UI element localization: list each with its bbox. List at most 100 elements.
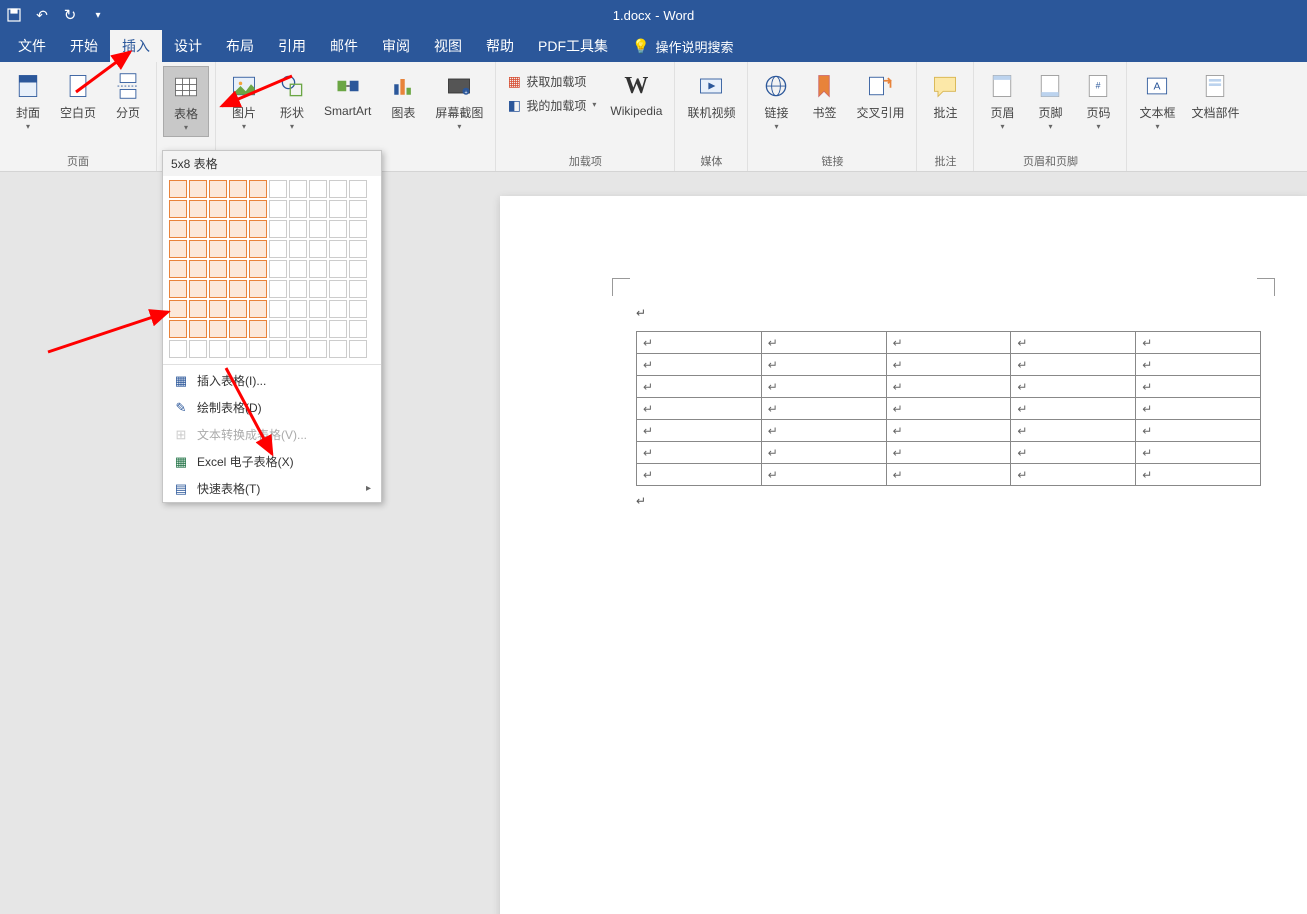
table-cell[interactable]: ↵ <box>637 376 762 398</box>
grid-cell[interactable] <box>309 340 327 358</box>
grid-cell[interactable] <box>189 300 207 318</box>
grid-cell[interactable] <box>209 260 227 278</box>
document-table[interactable]: ↵↵↵↵↵↵↵↵↵↵↵↵↵↵↵↵↵↵↵↵↵↵↵↵↵↵↵↵↵↵↵↵↵↵↵ <box>636 331 1261 486</box>
grid-cell[interactable] <box>289 320 307 338</box>
table-cell[interactable]: ↵ <box>1136 354 1261 376</box>
grid-cell[interactable] <box>309 180 327 198</box>
tab-mailings[interactable]: 邮件 <box>318 30 370 62</box>
grid-cell[interactable] <box>269 320 287 338</box>
table-cell[interactable]: ↵ <box>1011 332 1136 354</box>
grid-cell[interactable] <box>349 280 367 298</box>
grid-cell[interactable] <box>209 300 227 318</box>
grid-cell[interactable] <box>209 280 227 298</box>
grid-cell[interactable] <box>209 240 227 258</box>
grid-cell[interactable] <box>169 220 187 238</box>
table-row[interactable]: ↵↵↵↵↵ <box>637 464 1261 486</box>
table-cell[interactable]: ↵ <box>1136 442 1261 464</box>
grid-cell[interactable] <box>189 180 207 198</box>
grid-cell[interactable] <box>329 320 347 338</box>
grid-cell[interactable] <box>189 200 207 218</box>
grid-cell[interactable] <box>209 200 227 218</box>
grid-cell[interactable] <box>249 240 267 258</box>
textbox-button[interactable]: A 文本框 ▾ <box>1133 66 1181 135</box>
grid-cell[interactable] <box>189 280 207 298</box>
grid-cell[interactable] <box>349 180 367 198</box>
picture-button[interactable]: 图片 ▾ <box>222 66 266 135</box>
grid-cell[interactable] <box>269 240 287 258</box>
table-grid-picker[interactable] <box>163 176 381 362</box>
grid-cell[interactable] <box>169 340 187 358</box>
grid-cell[interactable] <box>349 320 367 338</box>
table-cell[interactable]: ↵ <box>761 354 886 376</box>
grid-cell[interactable] <box>169 180 187 198</box>
smartart-button[interactable]: SmartArt <box>318 66 377 122</box>
grid-cell[interactable] <box>269 200 287 218</box>
shapes-button[interactable]: 形状 ▾ <box>270 66 314 135</box>
table-cell[interactable]: ↵ <box>761 398 886 420</box>
grid-cell[interactable] <box>249 340 267 358</box>
grid-cell[interactable] <box>309 240 327 258</box>
link-button[interactable]: 链接 ▾ <box>754 66 798 135</box>
table-cell[interactable]: ↵ <box>761 442 886 464</box>
table-cell[interactable]: ↵ <box>886 420 1011 442</box>
grid-cell[interactable] <box>249 200 267 218</box>
grid-cell[interactable] <box>249 180 267 198</box>
quick-parts-button[interactable]: 文档部件 <box>1185 66 1245 125</box>
grid-cell[interactable] <box>169 320 187 338</box>
grid-cell[interactable] <box>229 260 247 278</box>
pagenum-button[interactable]: # 页码 ▾ <box>1076 66 1120 135</box>
tell-me-search[interactable]: 💡 操作说明搜索 <box>632 37 733 56</box>
grid-cell[interactable] <box>229 200 247 218</box>
grid-cell[interactable] <box>349 340 367 358</box>
grid-cell[interactable] <box>349 220 367 238</box>
grid-cell[interactable] <box>349 240 367 258</box>
table-row[interactable]: ↵↵↵↵↵ <box>637 442 1261 464</box>
grid-cell[interactable] <box>269 340 287 358</box>
table-cell[interactable]: ↵ <box>1011 420 1136 442</box>
undo-icon[interactable]: ↶ <box>34 7 50 23</box>
grid-cell[interactable] <box>229 220 247 238</box>
table-row[interactable]: ↵↵↵↵↵ <box>637 398 1261 420</box>
online-video-button[interactable]: 联机视频 <box>681 66 741 125</box>
grid-cell[interactable] <box>189 260 207 278</box>
grid-cell[interactable] <box>289 280 307 298</box>
grid-cell[interactable] <box>329 220 347 238</box>
grid-cell[interactable] <box>269 220 287 238</box>
grid-cell[interactable] <box>229 340 247 358</box>
grid-cell[interactable] <box>329 260 347 278</box>
grid-cell[interactable] <box>289 340 307 358</box>
table-cell[interactable]: ↵ <box>637 332 762 354</box>
grid-cell[interactable] <box>209 220 227 238</box>
grid-cell[interactable] <box>349 200 367 218</box>
bookmark-button[interactable]: 书签 <box>802 66 846 125</box>
comment-button[interactable]: 批注 <box>923 66 967 125</box>
grid-cell[interactable] <box>209 180 227 198</box>
tab-view[interactable]: 视图 <box>422 30 474 62</box>
tab-references[interactable]: 引用 <box>266 30 318 62</box>
grid-cell[interactable] <box>209 340 227 358</box>
table-row[interactable]: ↵↵↵↵↵ <box>637 354 1261 376</box>
grid-cell[interactable] <box>289 260 307 278</box>
grid-cell[interactable] <box>209 320 227 338</box>
grid-cell[interactable] <box>349 260 367 278</box>
save-icon[interactable] <box>6 7 22 23</box>
page-break-button[interactable]: 分页 <box>106 66 150 125</box>
grid-cell[interactable] <box>169 300 187 318</box>
grid-cell[interactable] <box>249 220 267 238</box>
grid-cell[interactable] <box>309 200 327 218</box>
grid-cell[interactable] <box>229 280 247 298</box>
blank-page-button[interactable]: 空白页 <box>54 66 102 125</box>
tab-file[interactable]: 文件 <box>6 30 58 62</box>
grid-cell[interactable] <box>309 260 327 278</box>
document-page[interactable]: ↵ ↵↵↵↵↵↵↵↵↵↵↵↵↵↵↵↵↵↵↵↵↵↵↵↵↵↵↵↵↵↵↵↵↵↵↵ ↵ <box>500 196 1307 914</box>
grid-cell[interactable] <box>309 320 327 338</box>
cover-page-button[interactable]: 封面 ▾ <box>6 66 50 135</box>
quick-tables-item[interactable]: ▤ 快速表格(T) ▸ <box>163 475 381 502</box>
table-cell[interactable]: ↵ <box>886 398 1011 420</box>
table-cell[interactable]: ↵ <box>1011 354 1136 376</box>
grid-cell[interactable] <box>229 240 247 258</box>
tab-help[interactable]: 帮助 <box>474 30 526 62</box>
table-cell[interactable]: ↵ <box>1136 376 1261 398</box>
grid-cell[interactable] <box>289 200 307 218</box>
grid-cell[interactable] <box>229 320 247 338</box>
